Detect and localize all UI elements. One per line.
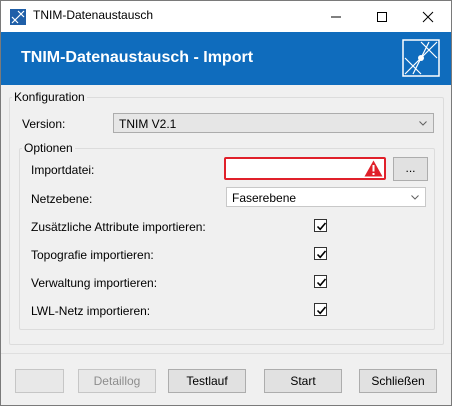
importfile-input[interactable]	[224, 157, 386, 180]
testlauf-button[interactable]: Testlauf	[168, 369, 246, 393]
topography-checkbox[interactable]	[314, 247, 327, 260]
maximize-icon	[377, 12, 387, 22]
fiber-network-checkbox[interactable]	[314, 303, 327, 316]
banner-title: TNIM-Datenaustausch - Import	[21, 49, 254, 66]
footer-divider	[1, 353, 451, 354]
browse-button[interactable]: ...	[393, 157, 428, 181]
configuration-group-label: Konfiguration	[12, 90, 87, 104]
header-banner: TNIM-Datenaustausch - Import	[1, 32, 451, 85]
topography-label: Topografie importieren:	[31, 248, 154, 262]
checkmark-icon	[316, 222, 327, 231]
options-group-label: Optionen	[22, 141, 75, 155]
app-icon	[10, 9, 26, 25]
additional-attributes-label: Zusätzliche Attribute importieren:	[31, 220, 206, 234]
minimize-button[interactable]	[313, 1, 359, 32]
netlevel-label: Netzebene:	[31, 192, 93, 206]
blank-button[interactable]	[15, 369, 64, 393]
title-bar[interactable]: TNIM-Datenaustausch	[1, 1, 451, 32]
main-window: TNIM-Datenaustausch TNIM-Datenaustausch …	[0, 0, 452, 406]
close-icon	[422, 11, 434, 23]
minimize-icon	[331, 16, 341, 18]
start-button[interactable]: Start	[264, 369, 342, 393]
checkmark-icon	[316, 278, 327, 287]
checkmark-icon	[316, 250, 327, 259]
version-value: TNIM V2.1	[119, 117, 177, 131]
chevron-down-icon	[419, 121, 427, 126]
administration-label: Verwaltung importieren:	[31, 276, 158, 290]
administration-checkbox[interactable]	[314, 275, 327, 288]
chevron-down-icon	[411, 195, 419, 200]
checkmark-icon	[316, 306, 327, 315]
detaillog-button[interactable]: Detaillog	[78, 369, 156, 393]
netlevel-value: Faserebene	[232, 191, 297, 205]
warning-icon	[364, 160, 383, 177]
importfile-label: Importdatei:	[31, 163, 95, 177]
close-button[interactable]	[405, 1, 451, 32]
window-title: TNIM-Datenaustausch	[33, 8, 154, 22]
fiber-network-label: LWL-Netz importieren:	[31, 304, 151, 318]
version-label: Version:	[22, 117, 66, 131]
close-dialog-button[interactable]: Schließen	[359, 369, 437, 393]
company-logo-icon	[402, 39, 440, 77]
additional-attributes-checkbox[interactable]	[314, 219, 327, 232]
netlevel-dropdown[interactable]: Faserebene	[226, 187, 426, 207]
maximize-button[interactable]	[359, 1, 405, 32]
version-dropdown[interactable]: TNIM V2.1	[113, 113, 434, 133]
